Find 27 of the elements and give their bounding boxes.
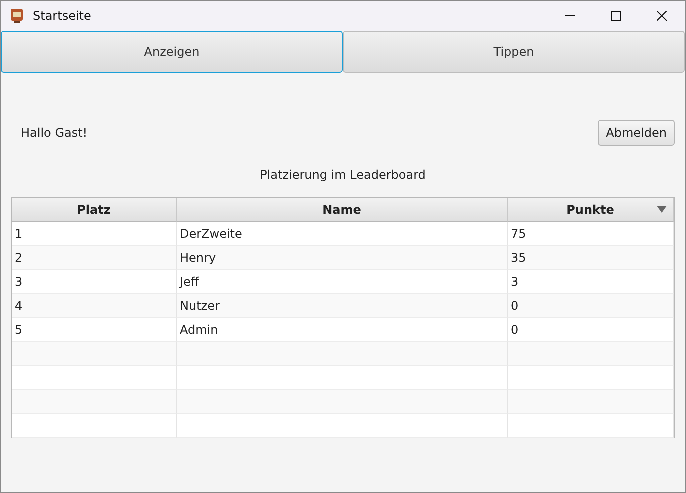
close-icon	[657, 11, 667, 21]
table-cell: 0	[508, 294, 674, 318]
logout-button[interactable]: Abmelden	[598, 120, 675, 146]
table-caption: Platzierung im Leaderboard	[260, 168, 426, 182]
table-cell: Nutzer	[177, 294, 508, 318]
greeting-text: Hallo Gast!	[21, 126, 88, 140]
window-title: Startseite	[33, 9, 92, 23]
column-header[interactable]: Platz	[12, 198, 177, 222]
app-icon	[9, 8, 25, 24]
table-cell: Admin	[177, 318, 508, 342]
tab[interactable]: Tippen	[343, 31, 685, 73]
table-cell: 3	[508, 270, 674, 294]
table-cell: 75	[508, 222, 674, 246]
table-cell: DerZweite	[177, 222, 508, 246]
table-cell: Jeff	[177, 270, 508, 294]
table-cell: 1	[12, 222, 177, 246]
column-header[interactable]: Punkte	[508, 198, 674, 222]
maximize-icon	[611, 11, 621, 21]
tab[interactable]: Anzeigen	[1, 31, 343, 73]
table-cell: 0	[508, 318, 674, 342]
table-cell: 5	[12, 318, 177, 342]
table-cell: Henry	[177, 246, 508, 270]
table-cell: 4	[12, 294, 177, 318]
column-header[interactable]: Name	[177, 198, 508, 222]
table-cell: 2	[12, 246, 177, 270]
table-cell: 35	[508, 246, 674, 270]
table-cell: 3	[12, 270, 177, 294]
